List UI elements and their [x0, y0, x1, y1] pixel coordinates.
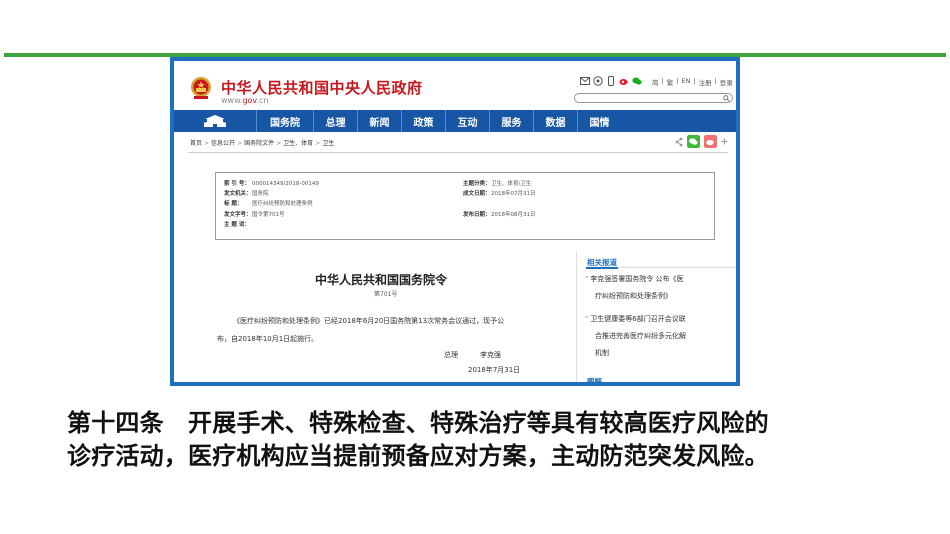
share-icon[interactable] [675, 137, 683, 147]
site-url: www.gov.cn [221, 96, 269, 105]
sidebar-item-2[interactable]: " 卫生健康委等6部门召开会议联 [585, 311, 686, 328]
search-input[interactable] [574, 93, 733, 103]
tiananmen-home-icon [203, 115, 227, 127]
article-date: 2018年7月31日 [468, 366, 521, 374]
link-register[interactable]: 注册 [699, 77, 712, 87]
breadcrumb-health[interactable]: 卫生 [322, 140, 334, 147]
sidebar-item-2-cont[interactable]: 合推进完善医疗纠纷多元化解 [595, 328, 686, 345]
site-title[interactable]: 中华人民共和国中央人民政府 [221, 77, 423, 98]
document-meta-box: 索 引 号： 000014349/2018-00149 主题分类：卫生、体育\卫生… [215, 172, 715, 240]
sidebar-item-2-cont-2[interactable]: 机制 [595, 345, 609, 362]
site-header: 中华人民共和国中央人民政府 www.gov.cn 简 | 繁 | EN | 注册… [174, 61, 736, 109]
nav-data[interactable]: 数据 [533, 110, 577, 132]
sidebar-title-graphics: 图解 [587, 377, 602, 386]
breadcrumb-health-sports[interactable]: 卫生、体育 [283, 140, 313, 147]
article-signer-title: 总理 [444, 351, 458, 359]
breadcrumb-documents[interactable]: 国务院文件 [244, 140, 274, 147]
meta-keywords: 主 题 词： [224, 222, 250, 228]
nav-interaction[interactable]: 互动 [445, 110, 489, 132]
more-icon[interactable] [721, 138, 728, 145]
main-nav: 国务院 总理 新闻 政策 互动 服务 数据 国情 [174, 110, 736, 132]
meta-subject: 标 题： 医疗纠纷预防和处理条例 [224, 201, 313, 207]
weibo-share-icon[interactable] [704, 135, 717, 148]
meta-doc-number: 发文字号：国令第701号 [224, 212, 285, 218]
meta-published-date: 发布日期：2018年08月31日 [463, 212, 536, 218]
sidebar-item-1[interactable]: " 李克强签署国务院令 公布《医 [585, 271, 683, 288]
article-body-line-1: 《医疗纠纷预防和处理条例》已经2018年6月20日国务院第13次常务会议通过，现… [233, 317, 505, 325]
header-icons [580, 76, 642, 86]
meta-topic: 主题分类：卫生、体育\卫生 [463, 181, 532, 187]
nav-national-info[interactable]: 国情 [577, 110, 621, 132]
link-login[interactable]: 登录 [720, 77, 733, 87]
search-icon[interactable] [723, 95, 730, 102]
article-body-line-2: 布，自2018年10月1日起施行。 [217, 335, 319, 343]
mobile-icon[interactable] [606, 76, 616, 86]
weibo-icon[interactable] [619, 76, 629, 86]
article-title: 中华人民共和国国务院令 [315, 273, 448, 287]
sidebar-item-1-cont[interactable]: 疗纠纷预防和处理条例》 [595, 288, 672, 305]
nav-home[interactable] [174, 110, 256, 132]
sidebar-title-accent [586, 267, 618, 269]
nav-news[interactable]: 新闻 [357, 110, 401, 132]
mail-icon[interactable] [580, 76, 590, 86]
link-traditional[interactable]: 繁 [667, 77, 674, 87]
breadcrumb-home[interactable]: 首页 [190, 140, 202, 147]
meta-issuer: 发文机关：国务院 [224, 191, 269, 197]
caption-line-1: 第十四条 开展手术、特殊检查、特殊治疗等具有较高医疗风险的 [67, 409, 769, 437]
wechat-share-icon[interactable] [687, 135, 700, 148]
meta-written-date: 成文日期：2018年07月31日 [463, 191, 536, 197]
breadcrumb-divider [188, 152, 728, 153]
meta-index: 索 引 号： 000014349/2018-00149 [224, 181, 319, 187]
wechat-icon[interactable] [632, 76, 642, 86]
national-emblem-icon [191, 77, 211, 99]
link-simplified[interactable]: 简 [652, 77, 659, 87]
language-links: 简 | 繁 | EN | 注册 | 登录 [652, 77, 733, 87]
breadcrumb-info[interactable]: 信息公开 [211, 140, 235, 147]
nav-services[interactable]: 服务 [489, 110, 533, 132]
sidebar-divider [576, 251, 577, 382]
nav-premier[interactable]: 总理 [313, 110, 357, 132]
article-signer-name: 李克强 [480, 351, 501, 359]
breadcrumb: 首页 > 信息公开 > 国务院文件 > 卫生、体育 > 卫生 [190, 140, 335, 147]
share-icons [675, 135, 728, 148]
nav-policy[interactable]: 政策 [401, 110, 445, 132]
nav-state-council[interactable]: 国务院 [256, 110, 313, 132]
screenshot-frame: 中华人民共和国中央人民政府 www.gov.cn 简 | 繁 | EN | 注册… [170, 57, 740, 386]
client-icon[interactable] [593, 76, 603, 86]
article-number: 第701号 [374, 291, 398, 298]
caption-line-2: 诊疗活动，医疗机构应当提前预备应对方案，主动防范突发风险。 [67, 442, 769, 470]
link-english[interactable]: EN [681, 77, 690, 87]
